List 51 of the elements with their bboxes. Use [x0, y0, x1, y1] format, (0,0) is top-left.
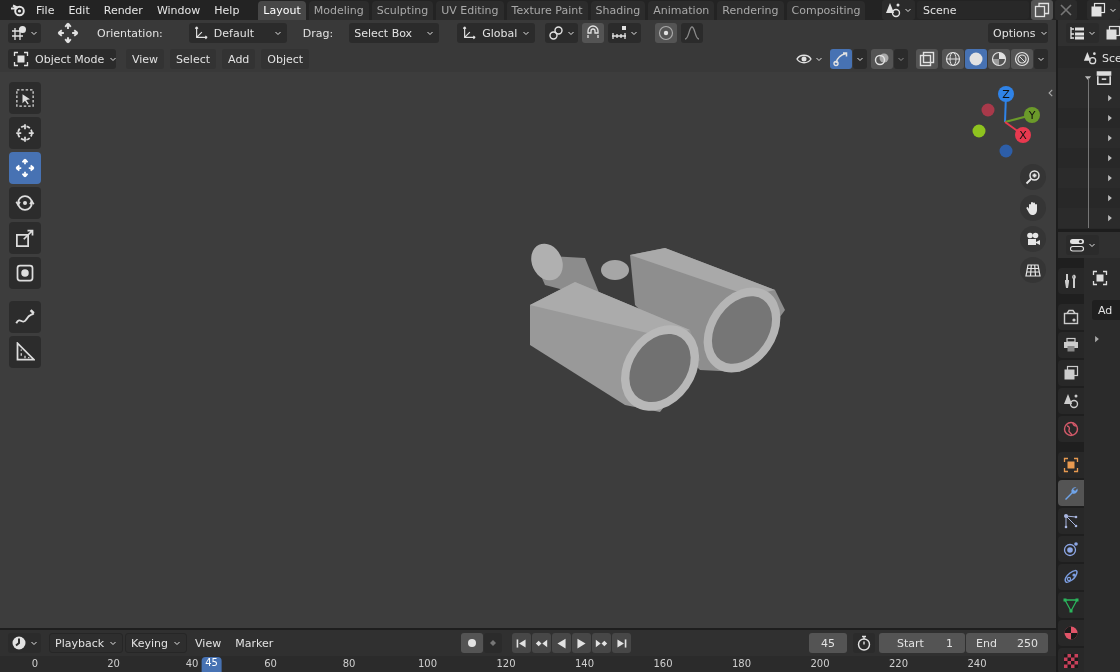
workspace-tab[interactable]: Animation: [648, 1, 715, 20]
add-button[interactable]: Ad: [1092, 300, 1120, 320]
start-frame-field[interactable]: Start 1: [879, 633, 965, 653]
axis-label: Y: [1028, 109, 1036, 122]
options-dropdown[interactable]: Options: [988, 23, 1048, 43]
frame-number: 140: [574, 658, 595, 669]
orientation-label: Orientation:: [97, 26, 163, 40]
menu-item[interactable]: Help: [207, 3, 247, 17]
menu-item[interactable]: Add: [222, 49, 256, 69]
frame-number: 40: [185, 658, 199, 669]
menu-item[interactable]: View: [126, 49, 165, 69]
menu-item[interactable]: Window: [149, 3, 208, 17]
transform-orientation-dropdown[interactable]: Global: [457, 23, 536, 43]
menu-item[interactable]: Marker: [229, 633, 280, 653]
frame-number: 0: [31, 658, 39, 669]
axis-label: X: [1019, 129, 1027, 142]
workspace-tab[interactable]: Compositing: [786, 1, 866, 20]
menu-item[interactable]: File: [29, 3, 62, 17]
menu-item[interactable]: View: [189, 633, 228, 653]
end-frame-field[interactable]: End 250: [966, 633, 1048, 653]
workspace-tab[interactable]: Modeling: [308, 1, 369, 20]
drag-label: Drag:: [302, 26, 334, 40]
menu-dropdown[interactable]: Keying: [125, 633, 188, 653]
workspace-tab[interactable]: Rendering: [717, 1, 784, 20]
playhead-frame[interactable]: 45: [201, 657, 222, 672]
frame-number: 160: [653, 658, 673, 669]
frame-number: 220: [888, 658, 909, 669]
menu-item[interactable]: Select: [170, 49, 217, 69]
drag-dropdown[interactable]: Select Box: [349, 23, 440, 43]
frame-number: 200: [810, 658, 830, 669]
frame-number: 60: [264, 658, 277, 669]
axis-label: Z: [1002, 88, 1010, 101]
workspace-tab[interactable]: Layout: [258, 1, 306, 20]
workspace-tab[interactable]: Shading: [590, 1, 646, 20]
workspace-tab[interactable]: Texture Paint: [506, 1, 588, 20]
orientation-dropdown[interactable]: Default: [188, 23, 287, 43]
frame-number: 180: [731, 658, 752, 669]
mode-dropdown[interactable]: Object Mode: [8, 49, 116, 69]
frame-number: 240: [967, 658, 987, 669]
frame-number: 120: [496, 658, 516, 669]
current-frame-field[interactable]: 45: [809, 633, 847, 653]
frame-number: 80: [342, 658, 356, 669]
scene-name-field[interactable]: Scene: [917, 1, 1029, 19]
menu-dropdown[interactable]: Playback: [49, 633, 124, 653]
menu-item[interactable]: Object: [261, 49, 310, 69]
workspace-tab[interactable]: UV Editing: [436, 1, 504, 20]
workspace-tab[interactable]: Sculpting: [371, 1, 434, 20]
frame-number: 20: [107, 658, 120, 669]
frame-number: 100: [417, 658, 438, 669]
menu-item[interactable]: Edit: [61, 3, 97, 17]
menu-item[interactable]: Render: [96, 3, 150, 17]
